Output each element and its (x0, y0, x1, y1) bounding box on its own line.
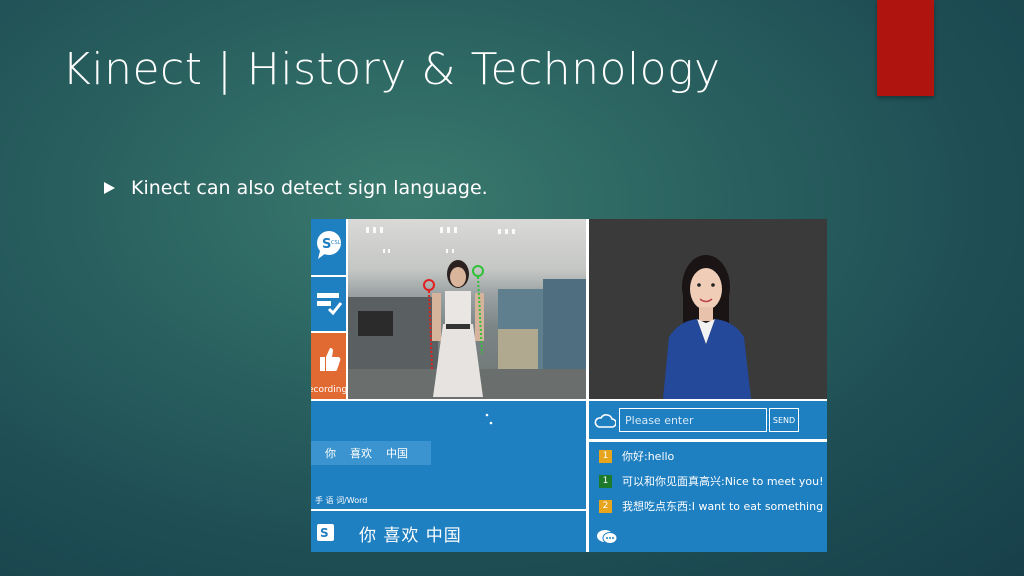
app-sidebar: S CSL ecording (311, 219, 348, 399)
cloud-icon (594, 414, 616, 428)
message-text: 你好:hello (622, 450, 675, 463)
svg-text:S: S (320, 526, 329, 540)
sign-language-tile[interactable]: S CSL (311, 219, 346, 275)
message-tile[interactable] (311, 277, 346, 331)
recognized-words: 你 喜欢 中国 (311, 441, 431, 465)
bullet-text: Kinect can also detect sign language. (131, 177, 488, 199)
loading-dots-icon (485, 413, 493, 425)
word-item: 你 (325, 447, 336, 460)
recognized-sentence: 你 喜欢 中国 (359, 526, 462, 546)
svg-text:S: S (322, 237, 331, 252)
recording-label: ecording (311, 385, 348, 395)
bullet-arrow-icon (104, 182, 115, 194)
avatar-view (589, 219, 827, 399)
recognition-panel: 你 喜欢 中国 手 语 词/Word (311, 401, 586, 509)
message-number: 1 (599, 474, 612, 488)
chat-message: 2 我想吃点东西:I want to eat something (599, 498, 823, 514)
word-item: 中国 (386, 447, 408, 460)
chat-input[interactable]: Please enter (619, 408, 767, 432)
avatar-image (663, 255, 751, 399)
chat-message: 1 可以和你见面真高兴:Nice to meet you! (599, 473, 824, 489)
svg-text:CSL: CSL (331, 240, 341, 246)
sentence-panel: S 你 喜欢 中国 (311, 511, 586, 552)
message-number: 2 (599, 499, 612, 513)
camera-feed (348, 219, 586, 399)
word-label: 手 语 词/Word (315, 496, 368, 505)
sign-language-bubble-icon: S CSL (317, 231, 341, 259)
message-text: 可以和你见面真高兴:Nice to meet you! (622, 475, 824, 488)
chat-messages: 1 你好:hello 1 可以和你见面真高兴:Nice to meet you!… (589, 442, 827, 552)
sentence-logo-icon: S (317, 524, 334, 541)
message-text: 我想吃点东西:I want to eat something (622, 500, 824, 513)
camera-image (348, 227, 586, 399)
slide-title: Kinect | History & Technology (62, 44, 721, 95)
message-check-icon (317, 293, 343, 316)
hand-thumb-icon (320, 348, 341, 371)
recording-tile[interactable]: ecording (311, 333, 348, 399)
send-button[interactable]: SEND (769, 408, 799, 432)
chat-input-bar: Please enter SEND (589, 401, 827, 439)
chat-message: 1 你好:hello (599, 448, 674, 464)
word-item: 喜欢 (350, 447, 372, 460)
message-number: 1 (599, 449, 612, 463)
bullet-item: Kinect can also detect sign language. (104, 177, 488, 199)
sign-language-app-screenshot: S CSL ecording 你 喜欢 中国 手 语 词/Word S 你 喜欢… (311, 219, 827, 552)
accent-bar (877, 0, 934, 96)
chat-bubbles-icon[interactable] (595, 528, 619, 546)
